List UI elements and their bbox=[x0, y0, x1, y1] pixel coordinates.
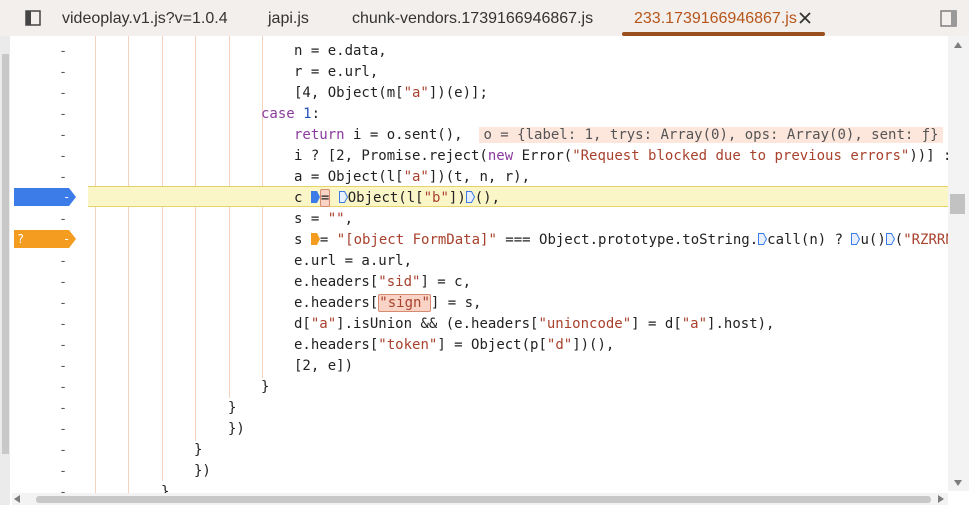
gutter-scrollbar[interactable] bbox=[0, 36, 10, 505]
code-line: } bbox=[228, 400, 237, 416]
tab-videoplay[interactable]: videoplay.v1.js?v=1.0.4 bbox=[62, 0, 228, 36]
indent-guide bbox=[95, 36, 96, 505]
inline-variable-value[interactable]: o = {label: 1, trys: Array(0), ops: Arra… bbox=[479, 127, 943, 143]
breakpoint-marker[interactable]: - bbox=[14, 188, 76, 206]
gutter-marker[interactable]: - bbox=[56, 41, 70, 62]
horizontal-scrollbar[interactable] bbox=[12, 493, 948, 505]
code-line: }) bbox=[194, 463, 211, 479]
gutter-marker[interactable]: - bbox=[56, 419, 70, 440]
execution-marker-icon[interactable] bbox=[310, 191, 320, 203]
code-editor[interactable]: - ? - - - - - - - - - - - - - - - - - - … bbox=[0, 36, 969, 505]
conditional-breakpoint-marker[interactable]: ? - bbox=[14, 230, 76, 248]
tab-bar: videoplay.v1.js?v=1.0.4 japi.js chunk-ve… bbox=[0, 0, 969, 37]
scroll-left-arrow-icon[interactable] bbox=[14, 495, 20, 503]
gutter-marker[interactable]: - bbox=[56, 83, 70, 104]
conditional-inline-breakpoint-icon[interactable] bbox=[310, 233, 320, 245]
code-line: r = e.url, bbox=[294, 64, 379, 80]
svg-text:-: - bbox=[63, 190, 70, 204]
tab-japi[interactable]: japi.js bbox=[268, 0, 309, 36]
search-match-highlight: "sign" bbox=[378, 294, 431, 312]
close-icon[interactable] bbox=[797, 10, 813, 26]
gutter-marker[interactable]: - bbox=[56, 335, 70, 356]
gutter-marker[interactable]: - bbox=[56, 104, 70, 125]
code-line: e.headers["token"] = Object(p["d"])(), bbox=[294, 337, 615, 353]
gutter-marker[interactable]: - bbox=[56, 440, 70, 461]
code-line: e.headers["sid"] = c, bbox=[294, 274, 472, 290]
sidebar-toggle-icon[interactable] bbox=[940, 10, 957, 27]
code-line: case 1: bbox=[261, 106, 321, 122]
gutter-marker[interactable]: - bbox=[56, 356, 70, 377]
paused-line-highlight bbox=[88, 186, 948, 207]
code-line: i ? [2, Promise.reject(new Error("Reques… bbox=[294, 148, 952, 164]
code-line: } bbox=[261, 379, 270, 395]
indent-guide bbox=[162, 36, 163, 481]
indent-guide bbox=[195, 36, 196, 441]
gutter-marker[interactable]: - bbox=[56, 314, 70, 335]
indent-guide bbox=[262, 36, 263, 378]
code-line: e.url = a.url, bbox=[294, 253, 413, 269]
svg-text:?: ? bbox=[17, 232, 24, 246]
code-line-paused: c = Object(l["b"]) (), bbox=[294, 189, 501, 207]
tab-233-active[interactable]: 233.1739166946867.js bbox=[634, 0, 797, 36]
code-line: [4, Object(m["a"])(e)]; bbox=[294, 85, 488, 101]
gutter-marker[interactable]: - bbox=[56, 62, 70, 83]
horizontal-scrollbar-thumb[interactable] bbox=[36, 496, 931, 503]
code-line: a = Object(l["a"])(t, n, r), bbox=[294, 169, 531, 185]
gutter-marker[interactable]: - bbox=[56, 461, 70, 482]
scroll-down-arrow-icon[interactable] bbox=[954, 480, 962, 486]
gutter-marker[interactable]: - bbox=[56, 167, 70, 188]
tab-chunk-vendors[interactable]: chunk-vendors.1739166946867.js bbox=[352, 0, 593, 36]
code-line: [2, e]) bbox=[294, 358, 354, 374]
vertical-scrollbar-thumb[interactable] bbox=[950, 194, 965, 214]
gutter-marker[interactable]: - bbox=[56, 293, 70, 314]
code-line: d["a"].isUnion && (e.headers["unioncode"… bbox=[294, 316, 775, 332]
gutter-marker[interactable]: - bbox=[56, 251, 70, 272]
gutter-marker[interactable]: - bbox=[56, 398, 70, 419]
gutter-marker[interactable]: - bbox=[56, 146, 70, 167]
indent-guide bbox=[229, 36, 230, 398]
gutter-marker[interactable]: - bbox=[56, 272, 70, 293]
inline-breakpoint-icon[interactable] bbox=[758, 233, 768, 245]
gutter-marker[interactable]: - bbox=[56, 125, 70, 146]
code-line: s = "", bbox=[294, 211, 354, 227]
code-line: s = "[object FormData]" === Object.proto… bbox=[294, 232, 954, 248]
code-line: e.headers["sign"] = s, bbox=[294, 294, 482, 312]
gutter-marker[interactable]: - bbox=[56, 209, 70, 230]
svg-text:-: - bbox=[63, 232, 70, 246]
inline-breakpoint-icon[interactable] bbox=[338, 191, 348, 203]
scroll-right-arrow-icon[interactable] bbox=[938, 495, 944, 503]
navigator-toggle-icon[interactable] bbox=[25, 10, 41, 26]
code-line: n = e.data, bbox=[294, 43, 387, 59]
gutter-scrollbar-thumb[interactable] bbox=[2, 54, 9, 454]
inline-breakpoint-icon[interactable] bbox=[885, 233, 895, 245]
code-line: } bbox=[194, 442, 203, 458]
code-line: return i = o.sent(), o = {label: 1, trys… bbox=[294, 125, 943, 146]
inline-breakpoint-icon[interactable] bbox=[465, 191, 475, 203]
indent-guide bbox=[128, 36, 129, 505]
vertical-scrollbar[interactable] bbox=[948, 36, 969, 491]
code-line: }) bbox=[228, 421, 245, 437]
gutter-marker[interactable]: - bbox=[56, 377, 70, 398]
scroll-up-arrow-icon[interactable] bbox=[954, 42, 962, 48]
